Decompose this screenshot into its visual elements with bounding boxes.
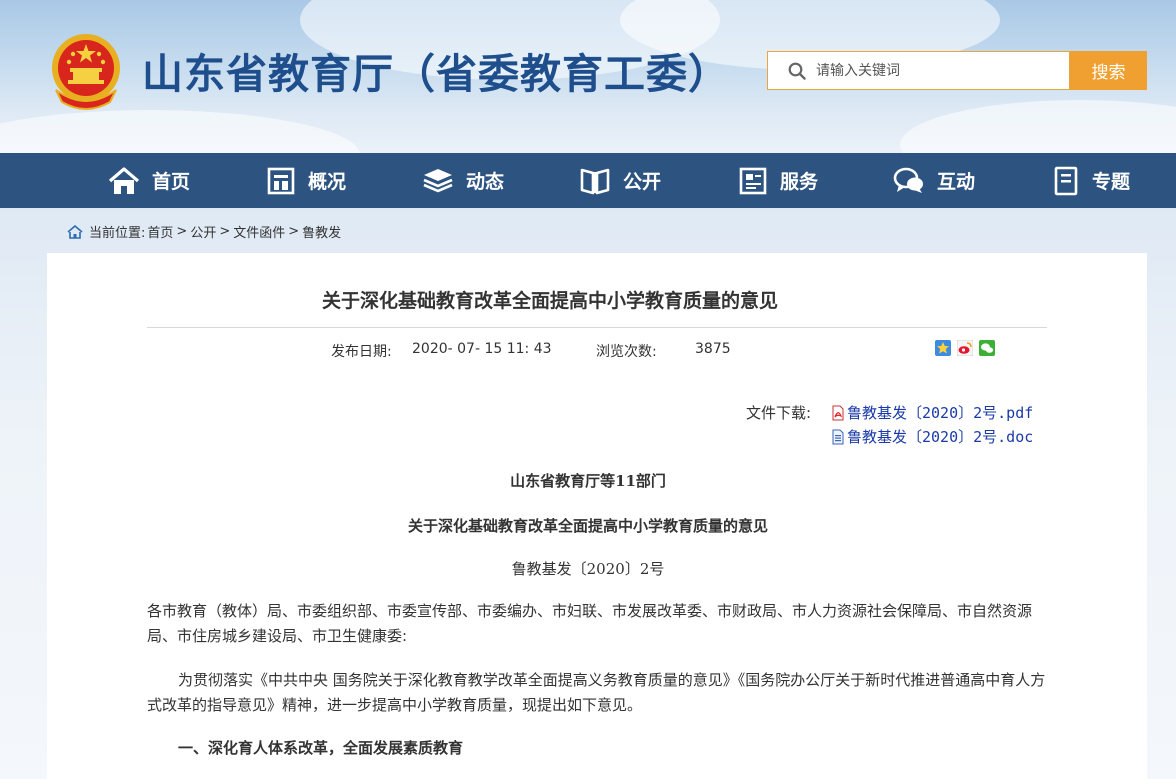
nav-item-topics[interactable]: 专题 [1052,153,1130,208]
breadcrumb-separator: > [288,224,300,239]
home-small-icon [67,224,83,239]
issuer: 山东省教育厅等11部门 [510,472,666,490]
breadcrumb-public-link[interactable]: 公开 [190,222,216,241]
search-box [767,51,1070,90]
nav-item-news[interactable]: 动态 [422,153,504,208]
breadcrumb-files-link[interactable]: 文件函件 [233,222,285,241]
header-cloud [900,100,1176,153]
document-title: 关于深化基础教育改革全面提高中小学教育质量的意见 [407,517,768,535]
breadcrumb-current-link[interactable]: 鲁教发 [302,222,341,241]
breadcrumb-home-link[interactable]: 首页 [147,222,173,241]
header-cloud [0,110,360,153]
nav-item-public[interactable]: 公开 [579,153,661,208]
nav-item-label: 动态 [466,171,505,193]
site-title: 山东省教育厅（省委教育工委） [142,50,730,98]
main-nav: 首页 概况 动态 公开 服务 互动 专题 [0,153,1176,208]
views-label: 浏览次数: [596,344,657,360]
weibo-share-icon[interactable] [957,340,973,356]
chat-icon [893,167,923,193]
download-label: 文件下载: [746,404,812,422]
nav-item-overview[interactable]: 概况 [266,153,346,208]
pdf-icon [832,405,844,420]
recipients: 各市教育（教体）局、市委组织部、市委宣传部、市委编办、市妇联、市发展改革委、市财… [147,602,1033,645]
search-input[interactable] [816,52,1061,89]
nav-item-home[interactable]: 首页 [108,153,190,208]
download-doc-name: 鲁教基发〔2020〕2号.doc [847,428,1034,446]
doc-icon [832,429,844,444]
document-icon [1054,166,1078,195]
search-button[interactable]: 搜索 [1070,51,1147,90]
share-icons [935,340,995,356]
home-icon [108,166,140,194]
download-doc-link[interactable]: 鲁教基发〔2020〕2号.doc [831,426,1033,447]
breadcrumb-separator: > [176,224,188,239]
search-icon [788,62,806,80]
nav-item-interact[interactable]: 互动 [893,153,975,208]
publish-date: 2020- 07- 15 11: 43 [412,341,552,357]
nav-item-label: 首页 [152,171,191,193]
service-icon [739,167,767,194]
breadcrumb-separator: > [219,224,231,239]
paragraph-1: 为贯彻落实《中共中央 国务院关于深化教育教学改革全面提高义务教育质量的意见》《国… [147,671,1046,714]
building-icon [267,167,295,194]
title-divider [147,327,1047,328]
nav-item-label: 专题 [1092,171,1131,193]
stack-icon [423,168,453,192]
views-count: 3875 [695,341,731,357]
download-pdf-link[interactable]: 鲁教基发〔2020〕2号.pdf [831,402,1033,423]
section-heading-1: 一、深化育人体系改革，全面发展素质教育 [178,739,464,757]
document-number: 鲁教基发〔2020〕2号 [511,560,665,578]
download-pdf-name: 鲁教基发〔2020〕2号.pdf [847,404,1034,422]
nav-item-label: 互动 [937,171,976,193]
breadcrumb: 当前位置: 首页 > 公开 > 文件函件 > 鲁教发 [67,222,341,241]
nav-item-label: 公开 [623,171,662,193]
national-emblem-icon [52,34,120,110]
qzone-share-icon[interactable] [935,340,951,356]
nav-item-label: 概况 [308,171,347,193]
wechat-share-icon[interactable] [979,340,995,356]
book-icon [580,168,610,194]
nav-item-label: 服务 [780,171,819,193]
publish-date-label: 发布日期: [331,344,392,360]
site-header: 山东省教育厅（省委教育工委） 搜索 [0,0,1176,153]
article-title: 关于深化基础教育改革全面提高中小学教育质量的意见 [321,290,778,312]
nav-item-service[interactable]: 服务 [738,153,818,208]
breadcrumb-prefix: 当前位置: [89,226,146,241]
